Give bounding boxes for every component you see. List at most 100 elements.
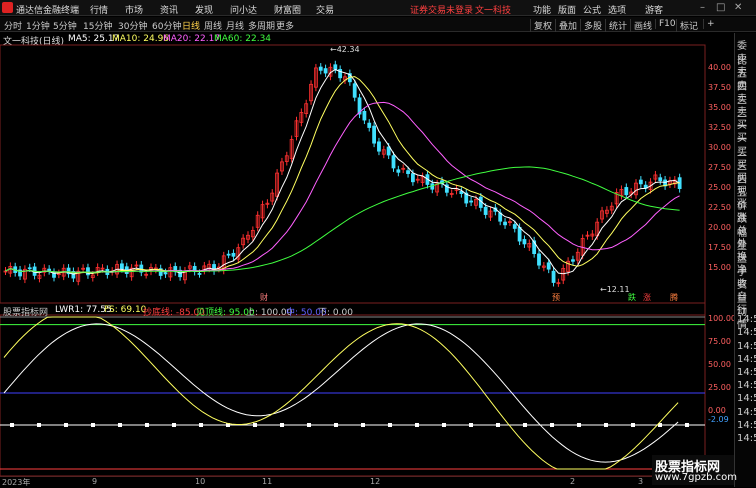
candle-body bbox=[47, 268, 52, 272]
indicator-scale-label: 50.00 bbox=[708, 360, 731, 369]
high-label: ←42.34 bbox=[330, 45, 360, 54]
low-label: ←12.11 bbox=[600, 285, 630, 294]
marker-dot bbox=[442, 423, 446, 427]
candle-body bbox=[483, 206, 488, 215]
axis-year: 2023年 bbox=[2, 478, 31, 487]
sidebar-item: 14:56 bbox=[737, 314, 756, 326]
candle-body bbox=[522, 239, 527, 245]
candle-body bbox=[120, 263, 124, 270]
candle-body bbox=[377, 141, 381, 152]
die-marker: 跌 bbox=[628, 292, 636, 302]
ma20-line bbox=[5, 101, 680, 273]
marker-dot bbox=[64, 423, 68, 427]
candle-body bbox=[517, 226, 522, 242]
fs-value: FS: 69.10 bbox=[104, 305, 147, 315]
price-scale-label: 35.00 bbox=[708, 103, 731, 112]
axis-month-12: 12 bbox=[370, 477, 381, 486]
marker-dot bbox=[469, 423, 473, 427]
candle-body bbox=[546, 262, 551, 270]
candle-body bbox=[406, 170, 410, 174]
ma5-line bbox=[5, 69, 680, 275]
indicator-scale-label: 0.00 bbox=[708, 406, 726, 415]
candle-body bbox=[386, 146, 391, 156]
candle-body bbox=[231, 252, 236, 257]
candle-body bbox=[551, 270, 556, 283]
marker-dot bbox=[577, 423, 581, 427]
indicator-name: 股票指标网 bbox=[3, 308, 49, 318]
sidebar-item: 14:56 bbox=[737, 327, 756, 339]
price-scale-label: 32.50 bbox=[708, 123, 731, 132]
price-scale-label: 20.00 bbox=[708, 223, 731, 232]
price-scale-label: 37.50 bbox=[708, 83, 731, 92]
sidebar-item: 14:56 bbox=[737, 419, 756, 431]
sidebar-item: 14:56 bbox=[737, 367, 756, 378]
candle-body bbox=[318, 66, 323, 71]
axis-month-2: 2 bbox=[570, 477, 576, 486]
jing-marker: 预 bbox=[552, 292, 560, 302]
ma10-line bbox=[5, 76, 680, 274]
date-axis: 2023年 9 10 11 12 2 3 bbox=[0, 476, 734, 487]
marker-dot bbox=[280, 423, 284, 427]
marker-dot bbox=[118, 423, 122, 427]
sidebar-item: 14:56 bbox=[737, 340, 756, 352]
marker-dot bbox=[145, 423, 149, 427]
candle-body bbox=[367, 122, 372, 128]
marker-dot bbox=[307, 423, 311, 427]
price-scale-label: 22.50 bbox=[708, 203, 731, 212]
marker-dot bbox=[10, 423, 14, 427]
ma60-line bbox=[5, 166, 680, 273]
price-scale-label: 30.00 bbox=[708, 143, 731, 152]
marker-dot bbox=[685, 423, 689, 427]
marker-dot bbox=[550, 423, 554, 427]
close-icon[interactable]: ✕ bbox=[734, 2, 742, 13]
price-scale-label: 25.00 bbox=[708, 183, 731, 192]
marker-dot bbox=[631, 423, 635, 427]
axis-month-9: 9 bbox=[92, 477, 98, 486]
marker-dot bbox=[523, 423, 527, 427]
kline-chart[interactable]: ←42.34 ←12.11 财 预 跌涨 腾 -2.09 bbox=[0, 0, 734, 476]
sidebar-item: 14:56 bbox=[737, 393, 756, 405]
watermark: 股票指标网 www.7gpzb.com bbox=[652, 455, 737, 485]
price-scale-label: 40.00 bbox=[708, 63, 731, 72]
candle-body bbox=[396, 169, 401, 173]
axis-month-3: 3 bbox=[638, 477, 644, 486]
quote-sidebar: 委比 卖五 卖四 卖三 卖二 卖一 买一 买二 买三 买四 买五 现价 涨跌 涨幅 总量 外盘 换手 净资 收益 自动… bbox=[734, 33, 756, 487]
sidebar-item: 14:56 bbox=[737, 433, 756, 444]
marker-dot bbox=[415, 423, 419, 427]
marker-dot bbox=[91, 423, 95, 427]
candle-body bbox=[352, 83, 357, 98]
indicator-header: 股票指标网 LWR1: 77.55 FS: 69.10 抄底线: -85.00 … bbox=[0, 304, 705, 318]
candle-body bbox=[323, 68, 328, 74]
marker-dot bbox=[253, 423, 257, 427]
candle-body bbox=[469, 200, 474, 203]
candle-body bbox=[163, 272, 168, 275]
main-chart-border bbox=[0, 44, 706, 304]
price-scale-label: 15.00 bbox=[708, 263, 731, 272]
indicator-scale-label: 75.00 bbox=[708, 337, 731, 346]
candle-body bbox=[27, 267, 32, 270]
sidebar-item: 14:56 bbox=[737, 380, 756, 392]
candle-body bbox=[571, 259, 575, 262]
axis-month-10: 10 bbox=[195, 477, 206, 486]
candle-body bbox=[503, 221, 507, 226]
sidebar-item: 14:56 bbox=[737, 353, 756, 365]
marker-dot bbox=[361, 423, 365, 427]
axis-month-11: 11 bbox=[262, 477, 273, 486]
marker-dot bbox=[334, 423, 338, 427]
marker-dot bbox=[37, 423, 41, 427]
candle-body bbox=[391, 155, 396, 169]
watermark-url: www.7gpzb.com bbox=[655, 472, 737, 483]
candle-body bbox=[638, 179, 643, 185]
xia-value: 下: 0.00 bbox=[318, 308, 353, 318]
sidebar-item: 14:56 bbox=[737, 406, 756, 418]
candle-body bbox=[372, 125, 377, 144]
cai-marker: 财 bbox=[260, 292, 268, 302]
marker-dot bbox=[199, 423, 203, 427]
teng-marker: 腾 bbox=[670, 292, 678, 302]
candle-body bbox=[333, 64, 338, 70]
marker-dot bbox=[172, 423, 176, 427]
marker-dot bbox=[496, 423, 500, 427]
indicator-marker-label: -2.09 bbox=[708, 415, 729, 424]
candle-body bbox=[226, 253, 231, 256]
candle-body bbox=[512, 224, 517, 229]
